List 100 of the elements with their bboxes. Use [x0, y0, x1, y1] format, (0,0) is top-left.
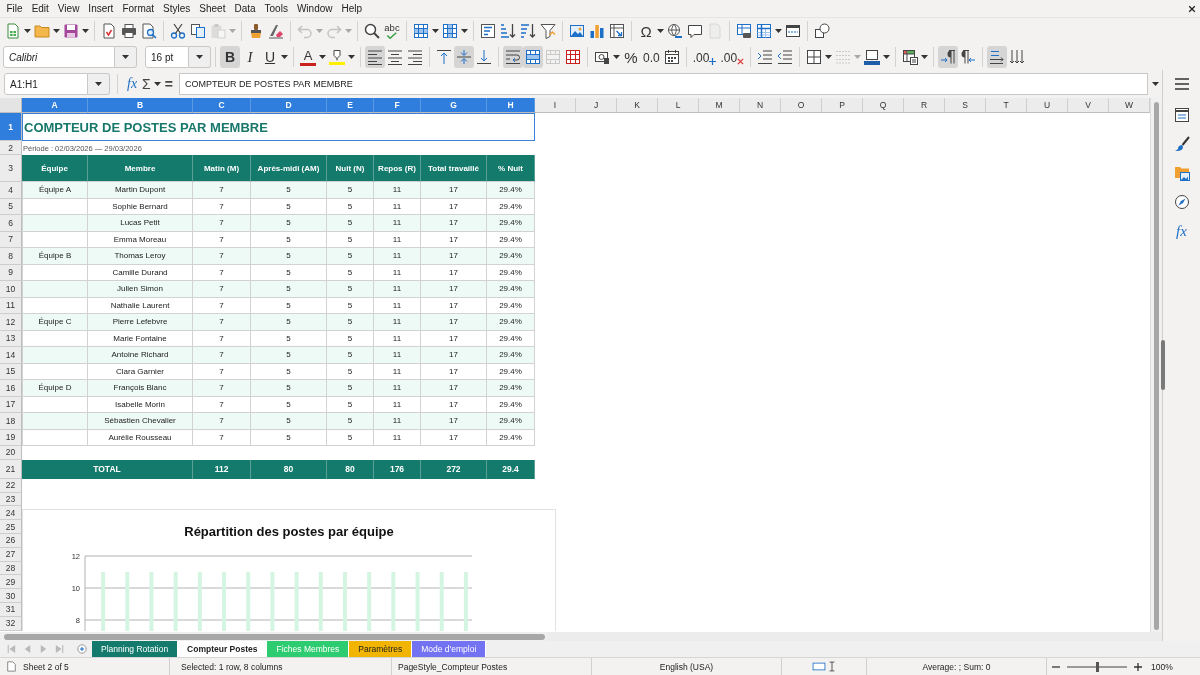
table-columns-icon — [442, 23, 458, 39]
row-header[interactable]: 29 — [0, 575, 22, 590]
column-header[interactable]: S — [945, 98, 986, 113]
paragraph-ltr-button[interactable] — [938, 46, 959, 68]
italic-button[interactable]: I — [240, 46, 260, 68]
row-header[interactable]: 16 — [0, 380, 22, 397]
table-cell — [22, 347, 88, 364]
row-header[interactable]: 10 — [0, 281, 22, 298]
sheet-tab[interactable]: Paramètres — [349, 641, 413, 657]
column-header[interactable]: P — [822, 98, 863, 113]
column-header[interactable]: G — [421, 98, 487, 113]
number-button[interactable]: 0.0 — [641, 46, 662, 68]
menu-item[interactable]: Data — [229, 1, 261, 16]
language-text[interactable]: English (USA) — [659, 661, 714, 672]
print-preview-button[interactable] — [139, 20, 159, 42]
menu-item[interactable]: File — [2, 1, 28, 16]
page-style-text[interactable]: PageStyle_Compteur Postes — [398, 661, 508, 672]
copy-icon — [190, 23, 206, 39]
menu-item[interactable]: Edit — [27, 1, 54, 16]
row-header[interactable]: 25 — [0, 520, 22, 534]
column-header[interactable]: Q — [863, 98, 904, 113]
font-size-field[interactable]: 16 pt — [145, 46, 189, 68]
row-header[interactable]: 3 — [0, 155, 22, 182]
name-box[interactable]: A1:H1 — [4, 73, 88, 95]
row-header[interactable]: 2 — [0, 141, 22, 155]
underline-button[interactable]: U — [260, 46, 280, 68]
column-header[interactable]: H — [487, 98, 535, 113]
row-header[interactable]: 6 — [0, 215, 22, 232]
menu-item[interactable]: Help — [337, 1, 367, 16]
menu-item[interactable]: Insert — [83, 1, 118, 16]
text-ltr-button[interactable] — [987, 46, 1008, 68]
column-header[interactable]: E — [327, 98, 374, 113]
zoom-percent-text[interactable]: 100% — [1151, 661, 1173, 672]
function-wizard-button[interactable]: fx — [124, 73, 141, 95]
delete-decimal-button[interactable]: .00 — [718, 46, 747, 68]
column-header[interactable]: T — [986, 98, 1027, 113]
row-header[interactable]: 4 — [0, 182, 22, 199]
column-header[interactable]: R — [904, 98, 945, 113]
column-header[interactable]: V — [1068, 98, 1109, 113]
column-header[interactable]: L — [658, 98, 699, 113]
close-button[interactable] — [1188, 4, 1196, 13]
table-cell: 5 — [327, 347, 374, 364]
column-header[interactable]: D — [251, 98, 327, 113]
bar — [318, 572, 323, 631]
table-cell: 5 — [327, 248, 374, 265]
add-decimal-button[interactable]: .00 — [690, 46, 719, 68]
row-header[interactable]: 24 — [0, 506, 22, 521]
rectangle-icon — [812, 661, 826, 672]
sheet-tab[interactable]: Planning Rotation — [92, 641, 179, 657]
wrap-text-button[interactable] — [503, 46, 523, 68]
menu-item[interactable]: Window — [292, 1, 337, 16]
dropdown-button[interactable] — [189, 46, 211, 68]
sheet-tab[interactable]: Compteur Postes — [178, 641, 268, 657]
row-header[interactable]: 30 — [0, 589, 22, 603]
font-name-field[interactable]: Calibri — [3, 46, 115, 68]
formula-button[interactable]: = — [161, 73, 176, 95]
row-header[interactable]: 18 — [0, 413, 22, 430]
menu-item[interactable]: View — [53, 1, 84, 16]
column-header[interactable]: M — [699, 98, 740, 113]
scrollbar-thumb[interactable] — [1154, 102, 1159, 630]
column-header[interactable]: C — [193, 98, 251, 113]
dropdown-button[interactable] — [88, 73, 110, 95]
column-header[interactable]: U — [1027, 98, 1068, 113]
formula-input[interactable]: COMPTEUR DE POSTES PAR MEMBRE — [178, 73, 1148, 95]
column-header[interactable]: K — [617, 98, 658, 113]
dropdown-button[interactable] — [115, 46, 137, 68]
column-header[interactable]: B — [88, 98, 193, 113]
column-header[interactable]: A — [22, 98, 88, 113]
add-sheet-button[interactable] — [76, 642, 88, 656]
row-header[interactable]: 14 — [0, 347, 22, 364]
special-character-button[interactable]: Ω — [636, 20, 656, 42]
align-left-button[interactable] — [365, 46, 385, 68]
sum-button[interactable]: Σ — [140, 73, 153, 95]
zoom-in-button[interactable] — [1133, 660, 1143, 673]
menu-item[interactable]: Styles — [158, 1, 195, 16]
column-header[interactable]: O — [781, 98, 822, 113]
merge-center-button[interactable] — [523, 46, 543, 68]
menu-item[interactable]: Format — [117, 1, 159, 16]
row-header[interactable]: 20 — [0, 446, 22, 460]
functions-button[interactable]: fx — [1169, 220, 1194, 242]
menu-item[interactable]: Tools — [260, 1, 293, 16]
column-header[interactable]: I — [535, 98, 576, 113]
sheet-tab[interactable]: Mode d'emploi — [412, 641, 487, 657]
column-header[interactable]: F — [374, 98, 421, 113]
document-magnifier-icon — [141, 23, 157, 39]
scrollbar-thumb[interactable] — [4, 633, 545, 640]
column-header[interactable]: N — [740, 98, 781, 113]
zoom-slider-thumb[interactable] — [1095, 661, 1099, 672]
row-header[interactable]: 12 — [0, 314, 22, 331]
eraser-icon — [268, 23, 284, 39]
spelling-button[interactable]: abc — [382, 20, 402, 42]
row-header[interactable]: 8 — [0, 248, 22, 265]
menu-item[interactable]: Sheet — [194, 1, 230, 16]
sidebar-handle[interactable] — [1161, 340, 1165, 390]
percent-button[interactable]: % — [621, 46, 641, 68]
column-header[interactable]: J — [576, 98, 617, 113]
font-color-button[interactable]: A — [298, 46, 318, 68]
row-header[interactable]: 1 — [0, 113, 22, 141]
column-header[interactable]: W — [1109, 98, 1150, 113]
bold-button[interactable]: B — [220, 46, 240, 68]
